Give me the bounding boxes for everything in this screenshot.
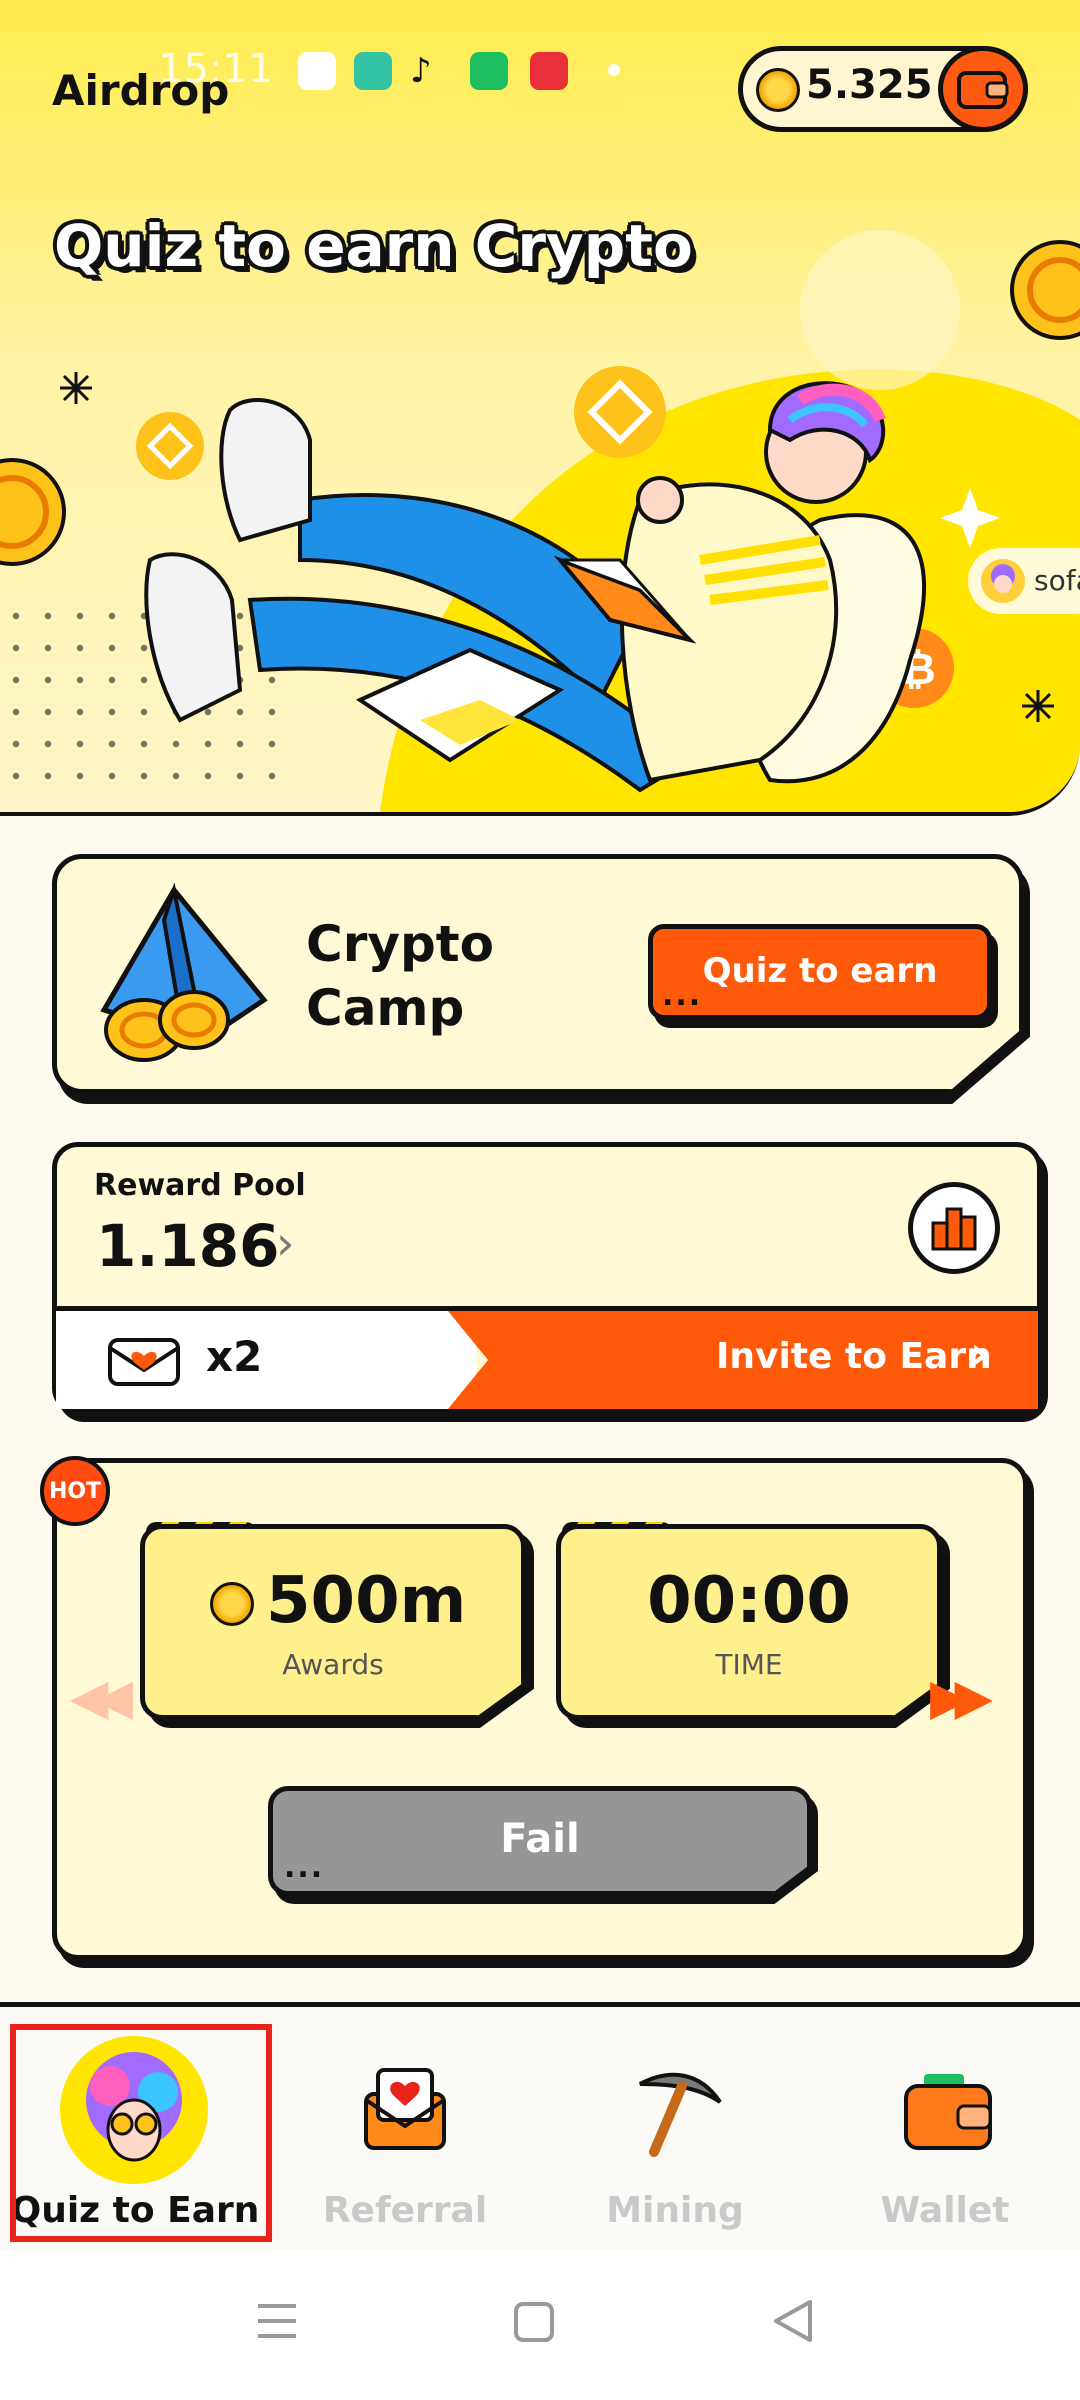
hero-title: Quiz to earn Crypto [54, 212, 693, 280]
hot-badge: HOT [40, 1456, 110, 1526]
coin-balance-value: 5.325 [806, 62, 933, 108]
reward-pool-label: Reward Pool [94, 1168, 306, 1203]
fail-button-dots: ... [284, 1850, 325, 1885]
wallet-icon [957, 71, 1009, 109]
app-notification-icon [354, 52, 392, 90]
quiz-button-label: Quiz to earn [702, 951, 938, 991]
arrow-left-icon[interactable]: ◀◀ [70, 1668, 133, 1726]
fail-button-label: Fail [500, 1816, 580, 1862]
nav-item-referral[interactable]: Referral [270, 2010, 540, 2250]
wallet-icon [904, 2074, 992, 2150]
coin-icon [210, 1582, 254, 1626]
time-value: 00:00 [647, 1564, 851, 1638]
user-avatar-icon [981, 559, 1025, 603]
app-title: Airdrop [52, 66, 230, 115]
nav-label-referral: Referral [322, 2190, 488, 2231]
status-dot-icon [608, 64, 620, 76]
home-icon[interactable] [512, 2300, 556, 2344]
crypto-camp-title: Crypto Camp [306, 915, 494, 1037]
reward-pool-value[interactable]: 1.186 [96, 1212, 279, 1280]
user-chip-label: sofa [1034, 564, 1080, 597]
awards-label: Awards [282, 1648, 384, 1681]
capcut-notification-icon [530, 52, 568, 90]
back-icon[interactable] [770, 2298, 816, 2344]
pickaxe-icon [639, 2072, 722, 2157]
awards-value: 500m [266, 1564, 467, 1638]
heart-envelope-icon [108, 1338, 180, 1386]
hero-banner: ₿ sof 15:11 ♪ Airdrop 5.325 Quiz to earn… [0, 0, 1080, 816]
coin-icon [756, 68, 800, 112]
tent-coins-icon [100, 882, 268, 1062]
heart-envelope-icon [364, 2068, 446, 2150]
nav-label-mining: Mining [606, 2190, 744, 2231]
quiz-button-dots: ... [662, 978, 703, 1013]
invite-chevron-icon[interactable]: › [970, 1326, 989, 1380]
message-notification-icon [470, 52, 508, 90]
tiktok-notification-icon: ♪ [410, 51, 432, 91]
time-label: TIME [715, 1648, 783, 1681]
invite-to-earn-label[interactable]: Invite to Earn [716, 1336, 992, 1377]
nav-item-mining[interactable]: Mining [540, 2010, 810, 2250]
active-tab-highlight [10, 2024, 272, 2242]
referral-multiplier: x2 [206, 1332, 263, 1381]
arrow-right-icon[interactable]: ▶▶ [930, 1668, 993, 1726]
bar-chart-icon [931, 1207, 977, 1251]
nav-label-wallet: Wallet [880, 2190, 1010, 2231]
fail-button[interactable]: Fail [268, 1786, 812, 1896]
zalo-notification-icon [298, 52, 336, 90]
wallet-button[interactable] [938, 46, 1028, 132]
nav-item-wallet[interactable]: Wallet [810, 2010, 1080, 2250]
leaderboard-button[interactable] [908, 1182, 1000, 1274]
menu-icon[interactable] [254, 2298, 300, 2344]
chevron-right-icon[interactable]: › [276, 1216, 294, 1270]
